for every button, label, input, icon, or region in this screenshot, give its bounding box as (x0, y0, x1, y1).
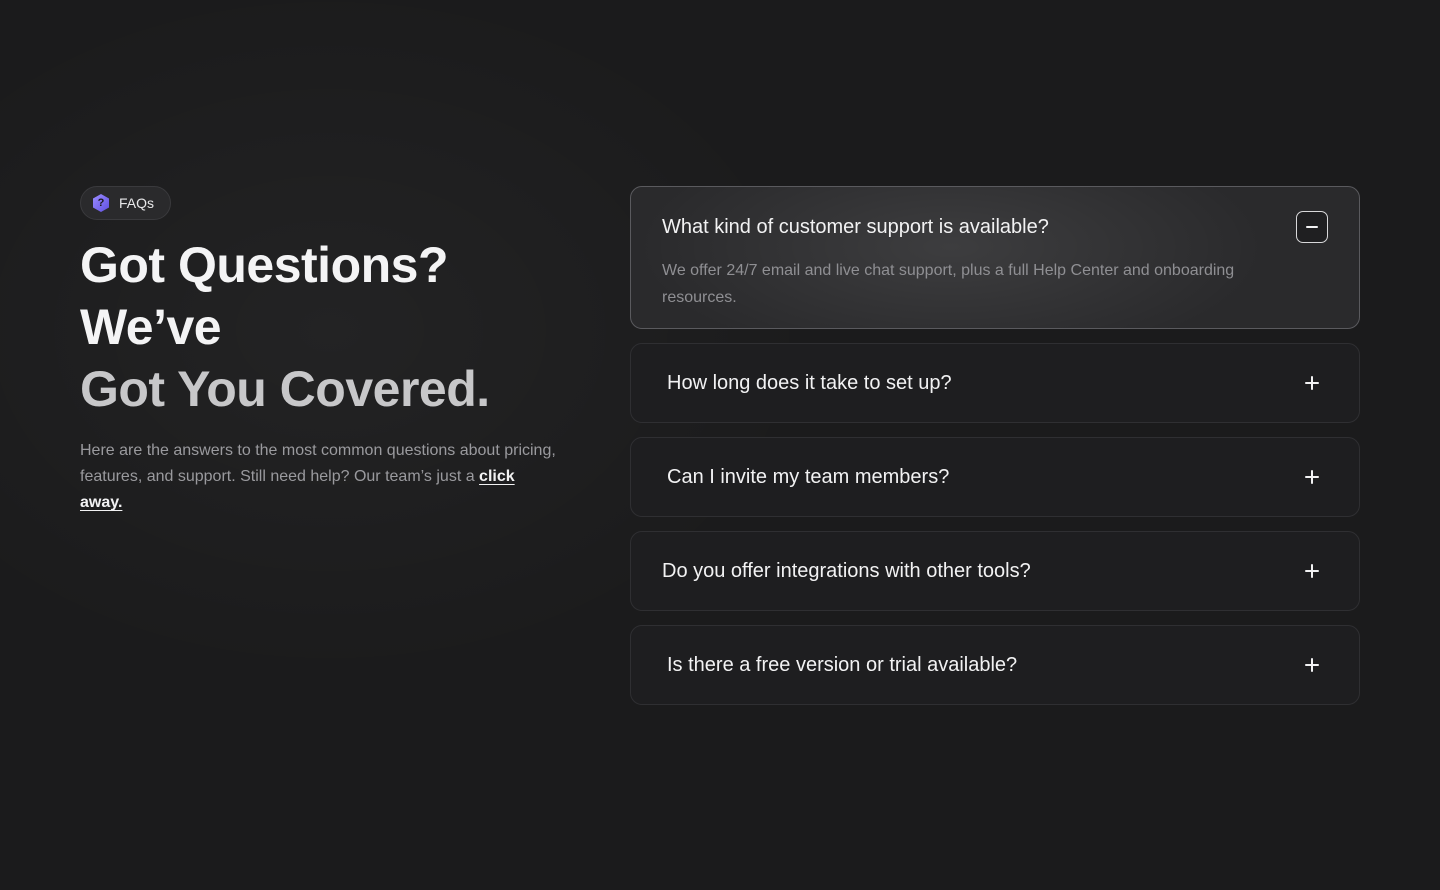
faq-intro: ? FAQs Got Questions? We’ve Got You Cove… (80, 186, 590, 516)
question-hexagon-icon: ? (91, 193, 111, 213)
faq-question: Is there a free version or trial availab… (667, 653, 1018, 676)
faq-item-trial[interactable]: Is there a free version or trial availab… (630, 625, 1360, 705)
title-line-2: Got You Covered. (80, 361, 490, 417)
faq-item-setup[interactable]: How long does it take to set up? (630, 343, 1360, 423)
plus-icon (1305, 658, 1319, 672)
section-description: Here are the answers to the most common … (80, 438, 560, 516)
faq-question: How long does it take to set up? (667, 371, 952, 394)
faq-question: Do you offer integrations with other too… (662, 559, 1031, 582)
badge-label: FAQs (119, 195, 155, 211)
plus-icon (1305, 376, 1319, 390)
title-line-1: Got Questions? We’ve (80, 237, 449, 355)
collapse-button[interactable] (1296, 211, 1328, 243)
faq-accordion: What kind of customer support is availab… (630, 186, 1360, 719)
faqs-badge: ? FAQs (80, 186, 172, 220)
faq-item-team[interactable]: Can I invite my team members? (630, 437, 1360, 517)
faq-item-integrations[interactable]: Do you offer integrations with other too… (630, 531, 1360, 611)
faq-item-support[interactable]: What kind of customer support is availab… (630, 186, 1360, 329)
faq-question: Can I invite my team members? (667, 465, 950, 488)
faq-answer: We offer 24/7 email and live chat suppor… (662, 262, 1235, 306)
plus-icon (1305, 564, 1319, 578)
expand-button[interactable] (1296, 367, 1328, 399)
plus-icon (1305, 470, 1319, 484)
faq-section: ? FAQs Got Questions? We’ve Got You Cove… (0, 0, 1440, 890)
faq-question: What kind of customer support is availab… (662, 216, 1049, 238)
expand-button[interactable] (1296, 555, 1328, 587)
minus-icon (1306, 226, 1318, 228)
page-title: Got Questions? We’ve Got You Covered. (80, 234, 590, 420)
expand-button[interactable] (1296, 649, 1328, 681)
expand-button[interactable] (1296, 461, 1328, 493)
